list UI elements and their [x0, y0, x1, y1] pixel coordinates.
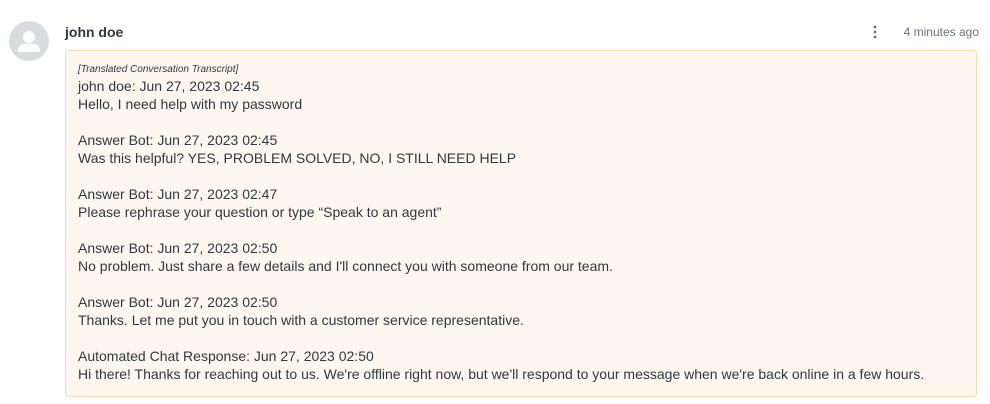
comment-timestamp: 4 minutes ago [903, 25, 979, 39]
entry-header: Answer Bot: Jun 27, 2023 02:50 [78, 240, 278, 256]
transcript-entry: Automated Chat Response: Jun 27, 2023 02… [78, 347, 964, 383]
transcript-entry: Answer Bot: Jun 27, 2023 02:47 Please re… [78, 185, 964, 221]
comment-body: [Translated Conversation Transcript] joh… [65, 50, 977, 397]
entry-text: Was this helpful? YES, PROBLEM SOLVED, N… [78, 150, 517, 166]
transcript-entry: Answer Bot: Jun 27, 2023 02:45 Was this … [78, 131, 964, 167]
entry-text: Please rephrase your question or type “S… [78, 204, 442, 220]
transcript-entry: Answer Bot: Jun 27, 2023 02:50 Thanks. L… [78, 293, 964, 329]
entry-header: Answer Bot: Jun 27, 2023 02:47 [78, 186, 278, 202]
transcript-entry: Answer Bot: Jun 27, 2023 02:50 No proble… [78, 239, 964, 275]
entry-text: Hello, I need help with my password [78, 96, 303, 112]
transcript-header: [Translated Conversation Transcript] [78, 64, 239, 75]
more-vertical-icon [873, 25, 877, 39]
entry-header: john doe: Jun 27, 2023 02:45 [78, 78, 260, 94]
comment-menu-button[interactable] [865, 22, 885, 42]
entry-text: Thanks. Let me put you in touch with a c… [78, 312, 524, 328]
entry-text: Hi there! Thanks for reaching out to us.… [78, 366, 925, 382]
avatar [9, 21, 49, 61]
entry-header: Answer Bot: Jun 27, 2023 02:45 [78, 132, 278, 148]
comment-author: john doe [65, 24, 124, 40]
entry-header: Answer Bot: Jun 27, 2023 02:50 [78, 294, 278, 310]
user-icon [18, 31, 40, 52]
entry-text: No problem. Just share a few details and… [78, 258, 613, 274]
transcript-entry: john doe: Jun 27, 2023 02:45 Hello, I ne… [78, 77, 964, 113]
entry-header: Automated Chat Response: Jun 27, 2023 02… [78, 348, 374, 364]
